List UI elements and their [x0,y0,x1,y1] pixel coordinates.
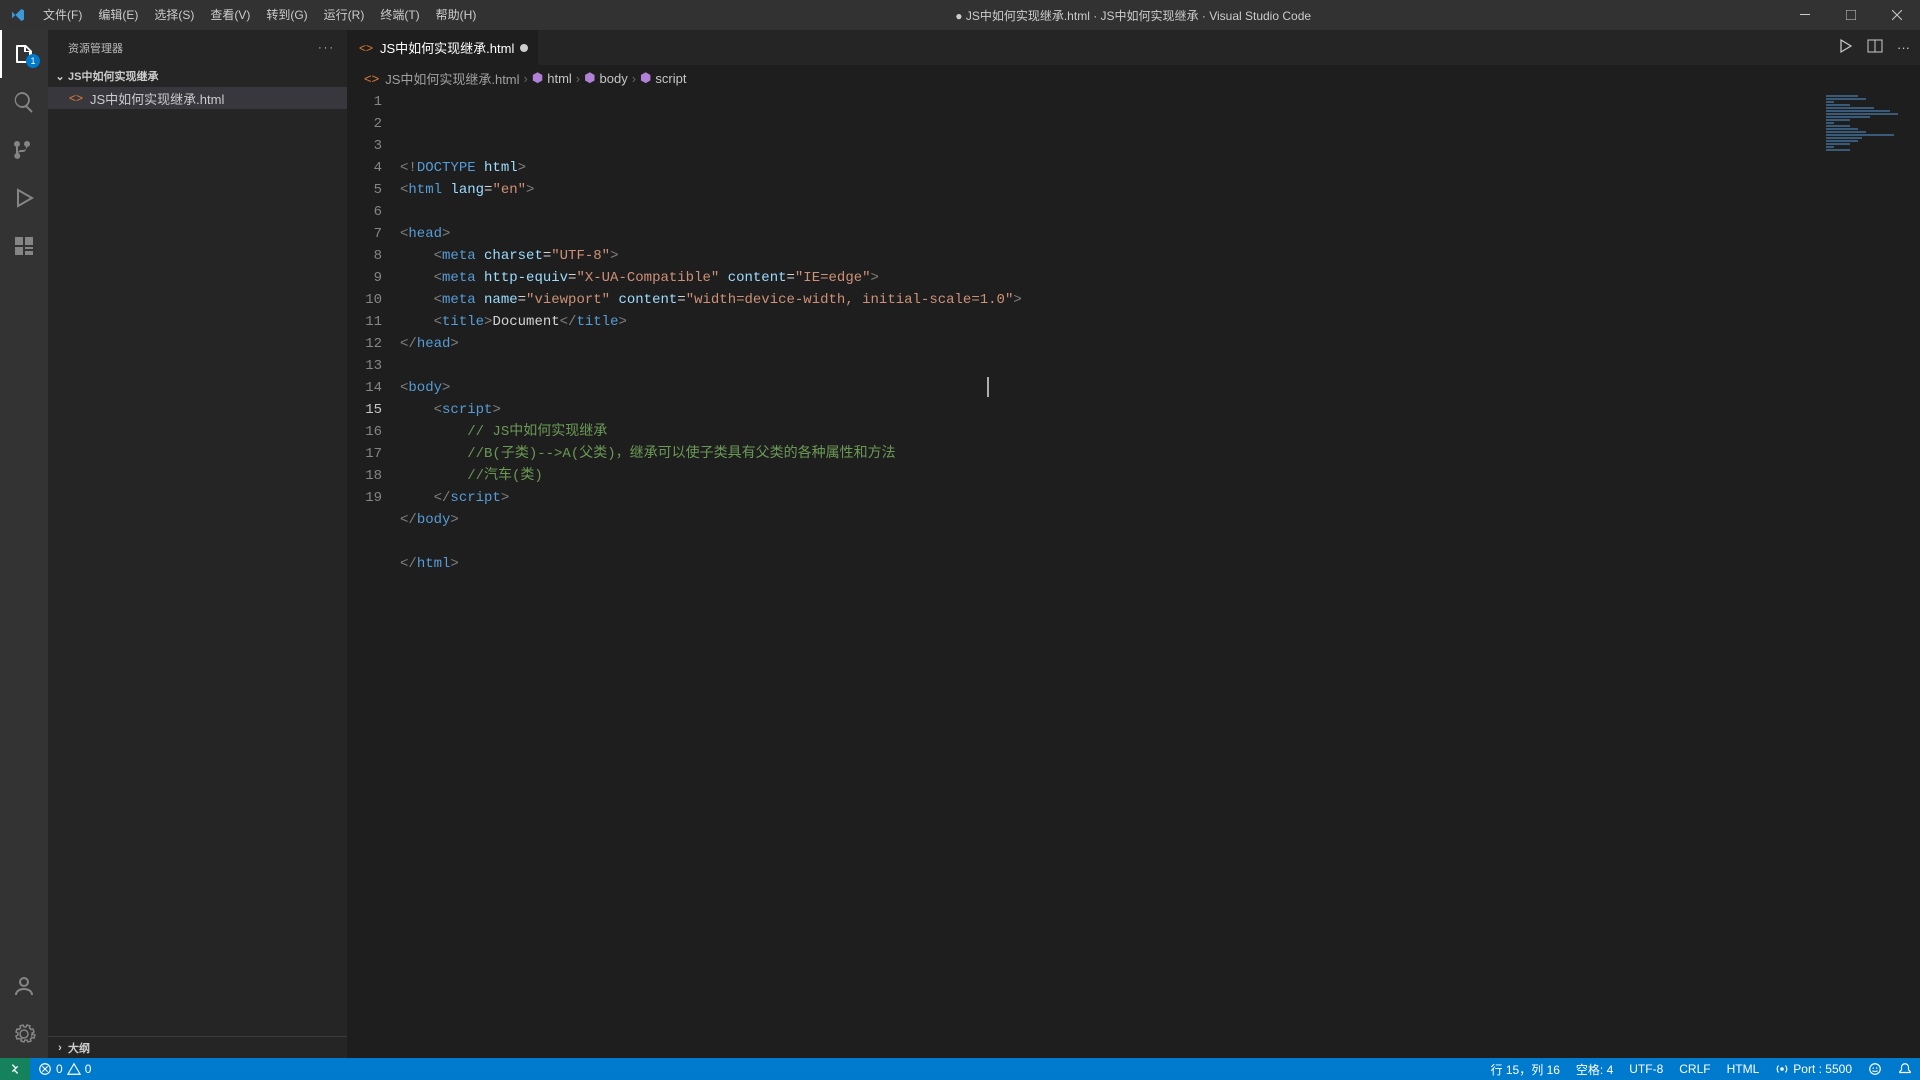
menu-terminal[interactable]: 终端(T) [372,0,427,30]
menu-go[interactable]: 转到(G) [258,0,315,30]
chevron-right-icon: › [52,1042,68,1054]
html-file-icon: <> [68,91,84,105]
menu-edit[interactable]: 编辑(E) [90,0,146,30]
dirty-indicator-icon [520,44,528,52]
notifications-icon[interactable] [1890,1058,1920,1080]
breadcrumb-node[interactable]: script [655,71,686,86]
live-server-status[interactable]: Port : 5500 [1767,1058,1860,1080]
text-cursor [987,377,989,397]
menu-select[interactable]: 选择(S) [146,0,202,30]
menu-view[interactable]: 查看(V) [202,0,258,30]
menu-file[interactable]: 文件(F) [35,0,90,30]
outline-label: 大纲 [68,1040,90,1056]
indentation-status[interactable]: 空格: 4 [1568,1058,1621,1080]
more-actions-icon[interactable]: ··· [1897,40,1910,55]
feedback-icon[interactable] [1860,1058,1890,1080]
html-file-icon: <> [358,41,374,55]
tab-label: JS中如何实现继承.html [380,38,514,57]
breadcrumb-file[interactable]: JS中如何实现继承.html [385,69,519,88]
explorer-icon[interactable]: 1 [0,30,48,78]
symbol-icon: ⬢ [584,70,595,86]
problems-status[interactable]: 0 0 [30,1058,99,1080]
warning-count: 0 [85,1062,92,1076]
remote-indicator[interactable] [0,1058,30,1080]
account-icon[interactable] [0,962,48,1010]
vscode-logo-icon [0,7,35,23]
maximize-button[interactable] [1828,0,1874,30]
chevron-right-icon: › [632,71,636,86]
eol-status[interactable]: CRLF [1671,1058,1718,1080]
sidebar: 资源管理器 ··· ⌄ JS中如何实现继承 <> JS中如何实现继承.html … [48,30,348,1058]
chevron-right-icon: › [524,71,528,86]
source-control-icon[interactable] [0,126,48,174]
explorer-badge: 1 [26,54,40,68]
search-icon[interactable] [0,78,48,126]
encoding-status[interactable]: UTF-8 [1621,1058,1671,1080]
cursor-position[interactable]: 行 15，列 16 [1483,1058,1568,1080]
minimap[interactable] [1826,95,1906,155]
window-title: ● JS中如何实现继承.html · JS中如何实现继承 · Visual St… [484,7,1782,24]
sidebar-header: 资源管理器 ··· [48,30,347,65]
editor-area: <> JS中如何实现继承.html ··· <> JS中如何实现继承.html … [348,30,1920,1058]
tab-active[interactable]: <> JS中如何实现继承.html [348,30,539,65]
activity-bar: 1 [0,30,48,1058]
window-controls [1782,0,1920,30]
chevron-down-icon: ⌄ [52,70,68,83]
settings-gear-icon[interactable] [0,1010,48,1058]
menu-help[interactable]: 帮助(H) [428,0,485,30]
symbol-icon: ⬢ [640,70,651,86]
error-count: 0 [56,1062,63,1076]
chevron-right-icon: › [576,71,580,86]
breadcrumb[interactable]: <> JS中如何实现继承.html › ⬢ html › ⬢ body › ⬢ … [348,65,1920,91]
menu-bar: 文件(F) 编辑(E) 选择(S) 查看(V) 转到(G) 运行(R) 终端(T… [35,0,484,30]
folder-name: JS中如何实现继承 [68,68,158,84]
tabs-bar: <> JS中如何实现继承.html ··· [348,30,1920,65]
split-editor-icon[interactable] [1867,38,1883,57]
editor-toolbar: ··· [1827,30,1920,65]
run-icon[interactable] [1837,38,1853,57]
close-button[interactable] [1874,0,1920,30]
breadcrumb-node[interactable]: html [547,71,572,86]
file-item[interactable]: <> JS中如何实现继承.html [48,87,347,109]
folder-root[interactable]: ⌄ JS中如何实现继承 [48,65,347,87]
main-area: 1 资源管理器 ··· ⌄ JS中如何实现继承 [0,30,1920,1058]
symbol-icon: ⬢ [532,70,543,86]
minimize-button[interactable] [1782,0,1828,30]
code-content[interactable]: <!DOCTYPE html><html lang="en"> <head> <… [400,91,1920,1058]
outline-section[interactable]: › 大纲 [48,1036,347,1058]
sidebar-title: 资源管理器 [68,40,123,56]
language-status[interactable]: HTML [1719,1058,1768,1080]
status-bar: 0 0 行 15，列 16 空格: 4 UTF-8 CRLF HTML Port… [0,1058,1920,1080]
html-file-icon: <> [364,71,379,86]
breadcrumb-node[interactable]: body [600,71,628,86]
code-editor[interactable]: 12345678910111213141516171819 <!DOCTYPE … [348,91,1920,1058]
file-name: JS中如何实现继承.html [90,89,224,108]
title-bar: 文件(F) 编辑(E) 选择(S) 查看(V) 转到(G) 运行(R) 终端(T… [0,0,1920,30]
menu-run[interactable]: 运行(R) [316,0,373,30]
extensions-icon[interactable] [0,222,48,270]
sidebar-more-icon[interactable]: ··· [318,42,335,54]
port-label: Port : 5500 [1793,1062,1852,1076]
run-debug-icon[interactable] [0,174,48,222]
line-number-gutter: 12345678910111213141516171819 [348,91,400,1058]
